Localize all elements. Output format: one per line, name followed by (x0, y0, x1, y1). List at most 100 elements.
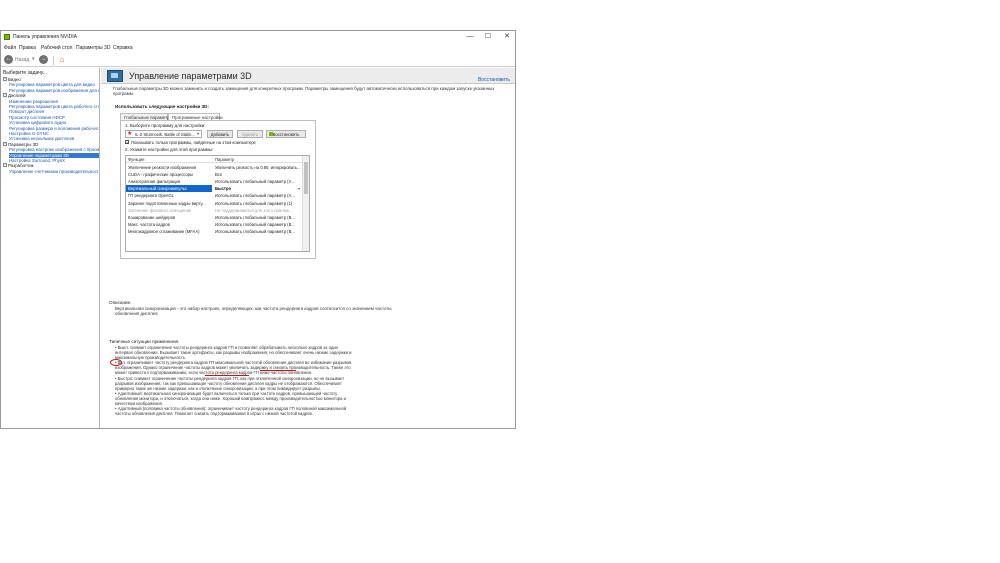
value-text: Использовать глобальный параметр (1) (215, 200, 293, 206)
table-row[interactable]: Вертикальный синхроимпульс Быстро ▾ (126, 185, 302, 193)
value-cell[interactable]: Использовать глобальный параметр (1) (213, 200, 301, 207)
tab-global-settings[interactable]: Глобальные параметры (120, 113, 173, 120)
value-text: Не поддерживается для этого прилож... (215, 207, 293, 213)
main-content: Управление параметрами 3D Восстановить Г… (101, 68, 515, 428)
collapse-toggle-icon[interactable]: − (3, 93, 7, 98)
tree-item[interactable]: Регулировка параметров цвета рабочего ст… (9, 104, 99, 109)
tree-item[interactable]: Поворот дисплея (9, 109, 99, 114)
tree-item-label: Настройка G-SYNC (9, 131, 49, 136)
usage-item: • Быстро: снимает ограничение частоты ре… (115, 375, 345, 391)
menu-edit[interactable]: Правка (19, 45, 36, 51)
feature-cell: Затенение фонового освещения (128, 207, 192, 213)
value-cell[interactable]: Не поддерживается для этого прилож... (213, 207, 301, 214)
page-banner: Управление параметрами 3D Восстановить (101, 68, 515, 84)
annotation-underline (260, 370, 296, 371)
tab-program-settings[interactable]: Программные настройки (168, 113, 223, 120)
value-text: Использовать глобальный параметр (В... (215, 214, 295, 220)
tree-item[interactable]: Настройка G-SYNC (9, 131, 99, 136)
show-only-found-label: Показывать только программы, найденные н… (131, 140, 256, 145)
maximize-button[interactable]: ☐ (481, 32, 495, 42)
table-row[interactable]: Затенение фонового освещения Не поддержив… (126, 207, 302, 214)
tree-item[interactable]: Регулировка размера и положения рабочего… (9, 126, 99, 131)
show-only-found-checkbox[interactable]: ✓ (125, 140, 129, 145)
3d-settings-icon (107, 70, 123, 82)
settings-table: Функция Параметр Увеличение резкости изо… (125, 155, 310, 252)
value-cell[interactable]: Использовать глобальный параметр (У... (213, 178, 301, 185)
chevron-down-icon[interactable]: ▾ (298, 185, 300, 192)
tree-item[interactable]: Настройка Surround, PhysX (9, 158, 99, 163)
restore-defaults-link[interactable]: Восстановить (478, 77, 510, 83)
menu-help[interactable]: Справка (113, 45, 133, 51)
close-button[interactable]: ✕ (500, 32, 514, 42)
tree-item-label: Дисплей (8, 93, 26, 99)
table-row[interactable]: Анизотропная фильтрация Использовать глоб… (126, 178, 302, 185)
table-header: Функция Параметр (126, 156, 302, 164)
intro-text: Глобальные параметры 3D можно заменить и… (113, 86, 495, 97)
usage-item: • Адаптивный: вертикальная синхронизация… (115, 390, 346, 407)
table-row[interactable]: CUDA - графические процессоры Все (126, 171, 302, 178)
tree-category[interactable]: − Дисплей (3, 93, 98, 98)
table-row[interactable]: Многокадровое сглаживание (MFAA) Использо… (126, 228, 302, 235)
back-label[interactable]: Назад (15, 57, 29, 63)
step2-label: 2. Укажите настройки для этой программы: (125, 147, 214, 152)
table-row[interactable]: Заранее подготовленные кадры вирту... Исп… (126, 200, 302, 207)
collapse-toggle-icon[interactable]: − (3, 163, 7, 168)
feature-cell: Многокадровое сглаживание (MFAA) (128, 228, 200, 234)
tree-item[interactable]: Регулировка параметров изображения для в… (9, 88, 99, 93)
value-cell[interactable]: Все (213, 171, 301, 178)
toolbar: ← Назад ▾ → ⌂ (1, 53, 515, 67)
back-button[interactable]: ← (4, 55, 13, 64)
value-cell[interactable]: Использовать глобальный параметр (В... (213, 221, 301, 228)
value-cell[interactable]: Использовать глобальный параметр (В... (213, 214, 301, 221)
tree-item-label: Регулировка параметров цвета рабочего ст… (9, 104, 99, 109)
nvidia-logo-icon (4, 34, 10, 40)
chevron-down-icon[interactable]: ▾ (32, 56, 35, 62)
tree-item[interactable]: Регулировка настроек изображения с просм… (9, 147, 99, 152)
table-row[interactable]: Увеличение резкости изображения Увеличить… (126, 164, 302, 171)
tree-category[interactable]: − Параметры 3D (3, 141, 98, 147)
description-text: Вертикальная синхронизация - это набор н… (115, 306, 392, 317)
tree-category[interactable]: − Видео (3, 77, 98, 82)
tree-item[interactable]: Установка цифрового аудио (9, 120, 99, 125)
scrollbar-thumb[interactable] (304, 162, 308, 194)
feature-cell: ГП рендеринга OpenGL (128, 193, 174, 199)
delete-program-button[interactable]: Удалить (237, 130, 263, 138)
tree-item[interactable]: Регулировка параметров цвета для видео (9, 82, 99, 87)
usage-item: • Адаптивный (половина частоты обновлени… (115, 406, 347, 417)
title-bar: Панель управления NVIDIA — ☐ ✕ (1, 31, 515, 43)
tree-item[interactable]: Управление счетчиками производительности (9, 169, 99, 174)
tree-item-label: Поворот дисплея (9, 109, 45, 115)
forward-button[interactable]: → (39, 55, 48, 64)
value-cell[interactable]: Увеличить резкость на 0.80, игнорировать… (213, 164, 301, 171)
tree-item[interactable]: Просмотр состояния HDCP (9, 115, 99, 120)
collapse-toggle-icon[interactable]: − (3, 141, 7, 146)
table-row[interactable]: Кэширование шейдеров Использовать глобаль… (126, 214, 302, 221)
menu-desktop[interactable]: Рабочий стол (41, 45, 72, 51)
program-select[interactable]: IL-2 Sturmovik: Battle of Stalin... (125, 130, 202, 138)
window-title: Панель управления NVIDIA (13, 34, 77, 40)
annotation-underline (205, 375, 249, 376)
arrow-left-icon: ← (5, 56, 12, 62)
value-cell[interactable]: Использовать глобальный параметр (В... (213, 228, 301, 235)
tree-item[interactable]: Управление параметрами 3D (9, 152, 99, 158)
add-program-button[interactable]: Добавить (207, 130, 233, 138)
menu-file[interactable]: Файл (4, 45, 16, 51)
game-icon: ★ (127, 131, 133, 137)
tree-item[interactable]: Изменение разрешения (9, 99, 99, 104)
column-header-value: Параметр (215, 157, 235, 162)
table-row[interactable]: ГП рендеринга OpenGL Использовать глобаль… (126, 192, 302, 199)
chevron-down-icon[interactable]: ▾ (197, 131, 199, 136)
feature-cell: CUDA - графические процессоры (128, 172, 194, 178)
value-cell[interactable]: Использовать глобальный параметр (А... (213, 192, 301, 199)
tree-item-label: Управление счетчиками производительности (9, 168, 99, 174)
tree-category[interactable]: − Разработчик (3, 163, 98, 168)
home-icon[interactable]: ⌂ (57, 55, 67, 65)
table-scrollbar[interactable] (302, 156, 309, 251)
minimize-button[interactable]: — (463, 32, 477, 42)
program-settings-panel: 1. Выберите программу для настройки: IL-… (120, 120, 316, 259)
table-row[interactable]: Макс. частота кадров Использовать глобаль… (126, 221, 302, 228)
value-cell[interactable]: Быстро ▾ (213, 185, 301, 193)
tree-item[interactable]: Установка нескольких дисплеев (9, 136, 99, 141)
menu-3d-settings[interactable]: Параметры 3D (76, 45, 110, 51)
collapse-toggle-icon[interactable]: − (3, 77, 7, 81)
